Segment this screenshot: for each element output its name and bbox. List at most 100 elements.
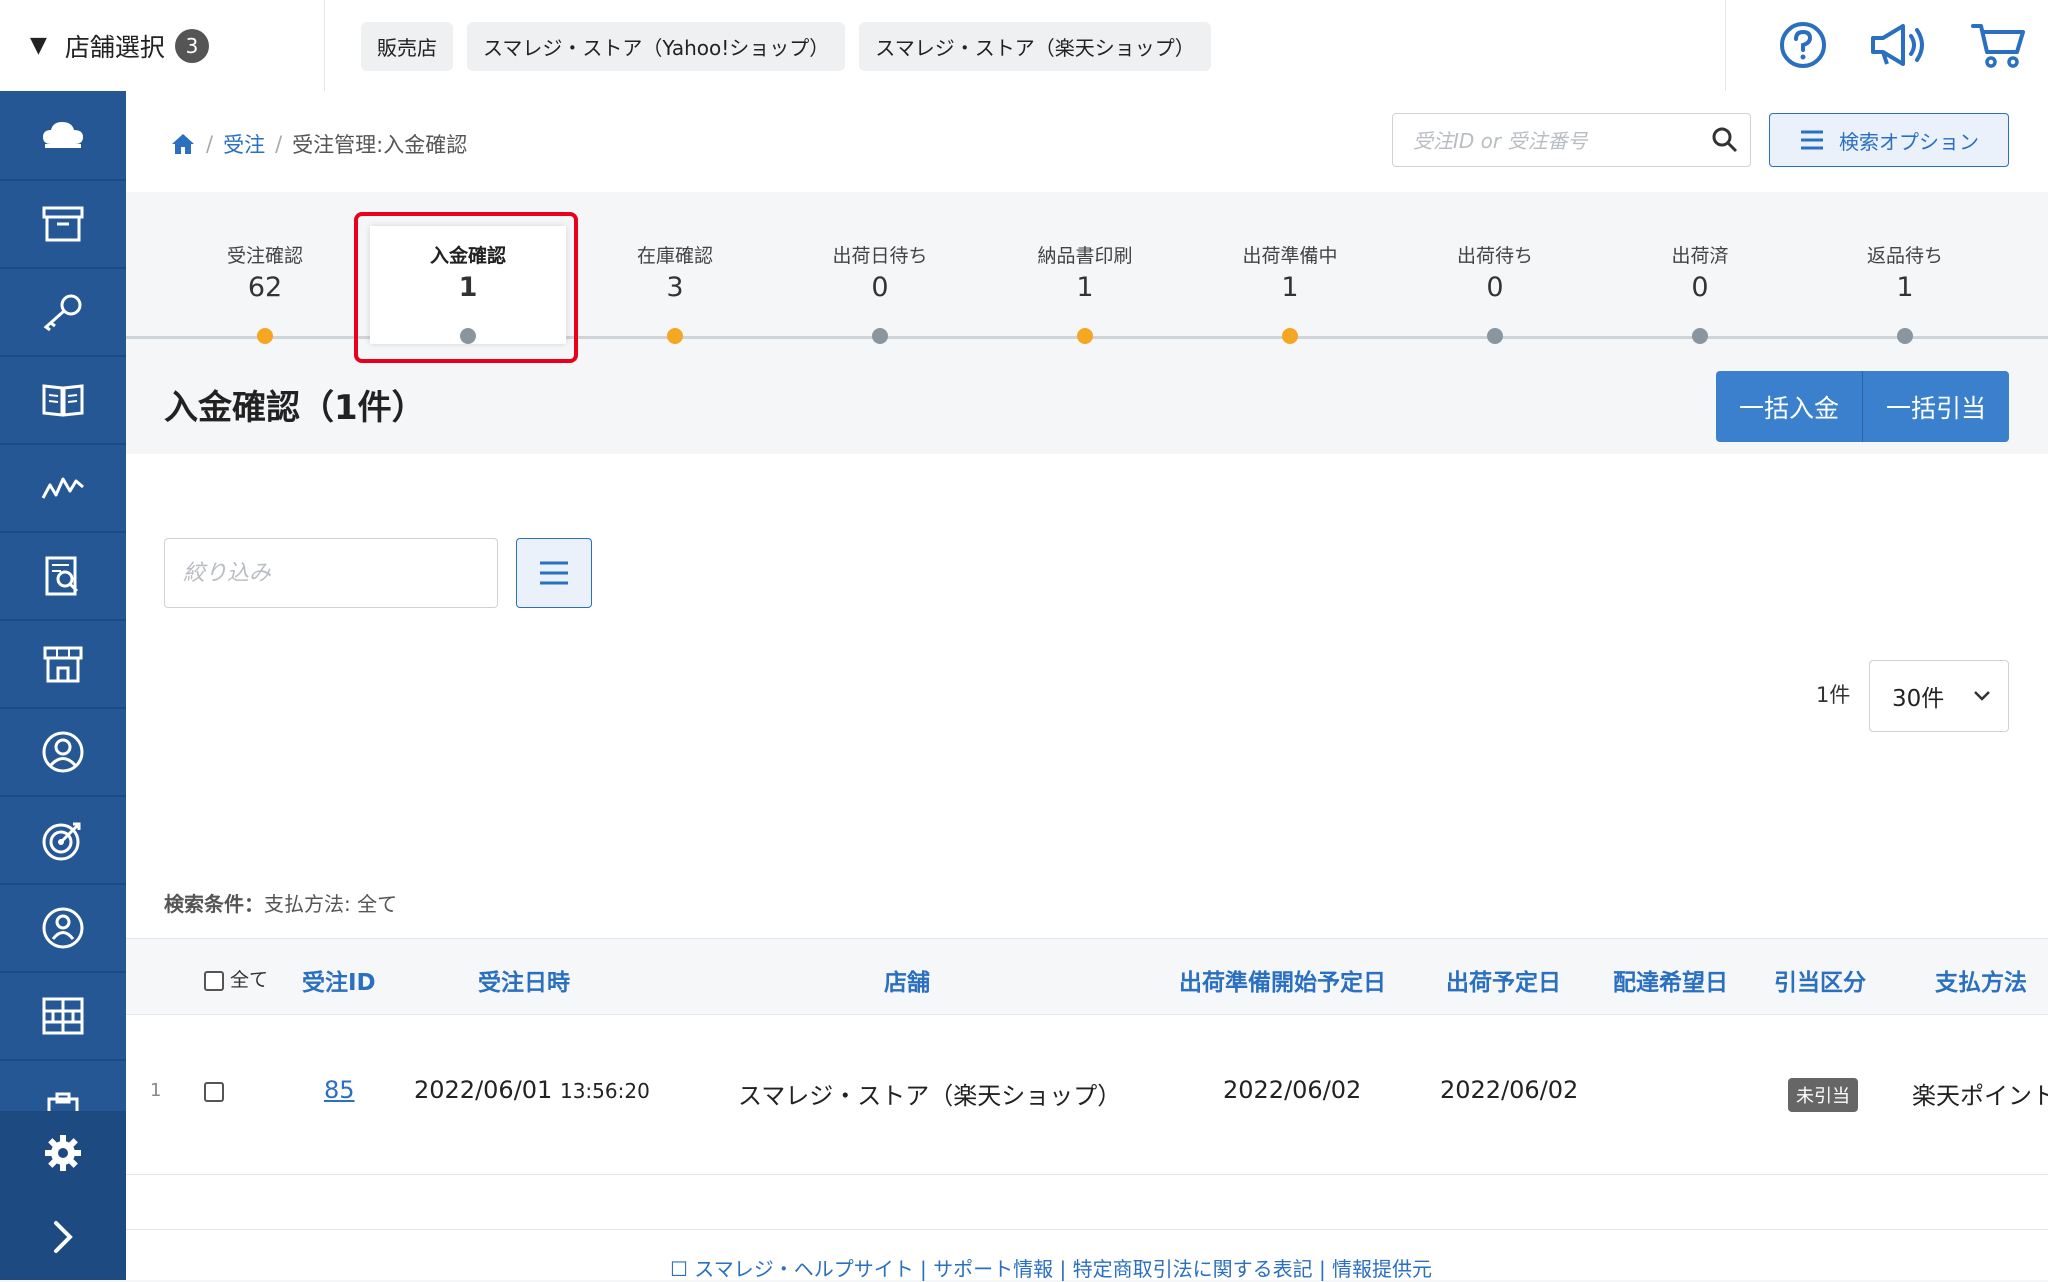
sidebar-item-expand[interactable] <box>0 1195 126 1279</box>
step-count: 0 <box>871 272 889 303</box>
step-name: 在庫確認 <box>636 245 713 267</box>
step-awaiting-ship-date[interactable]: 出荷日待ち 0 <box>800 241 960 303</box>
sidebar-bottom <box>0 1111 126 1280</box>
column-header-prep-start-date[interactable]: 出荷準備開始予定日 <box>1179 963 1386 997</box>
order-list-panel: 1件 30件 検索条件：支払方法: 全て 全て 受注ID 受注日時 店舗 出荷準… <box>126 471 2048 1282</box>
step-awaiting-return[interactable]: 返品待ち 1 <box>1825 241 1985 303</box>
page-title: 入金確認（1件） <box>164 388 426 428</box>
sidebar-item-staff[interactable] <box>0 885 126 973</box>
sidebar-item-stores[interactable] <box>0 621 126 709</box>
sidebar-item-reports[interactable] <box>0 533 126 621</box>
step-count: 62 <box>247 272 283 303</box>
column-header-order-date[interactable]: 受注日時 <box>478 963 570 997</box>
step-name: 出荷日待ち <box>832 245 928 267</box>
column-header-delivery-date[interactable]: 配達希望日 <box>1613 963 1728 997</box>
menu-icon <box>1801 130 1823 150</box>
breadcrumb: / 受注 / 受注管理:入金確認 <box>170 129 467 159</box>
row-index: 1 <box>150 1080 162 1101</box>
target-icon <box>42 822 81 861</box>
store-chip[interactable]: スマレジ・ストア（楽天ショップ） <box>859 22 1211 71</box>
sidebar-item-cloud[interactable] <box>0 91 126 181</box>
sidebar-item-analytics[interactable] <box>0 445 126 533</box>
step-name: 出荷準備中 <box>1242 245 1338 267</box>
breadcrumb-separator: / <box>275 132 283 156</box>
user-icon <box>42 907 84 949</box>
search-conditions: 検索条件：支払方法: 全て <box>164 888 397 917</box>
step-name: 納品書印刷 <box>1037 245 1133 267</box>
sidebar-item-apps[interactable] <box>0 973 126 1061</box>
sidebar-item-members[interactable] <box>0 709 126 797</box>
step-stock-confirm[interactable]: 在庫確認 3 <box>595 241 755 303</box>
search-options-button[interactable]: 検索オプション <box>1769 113 2009 167</box>
user-circle-icon <box>42 731 84 773</box>
column-header-allocation[interactable]: 引当区分 <box>1774 963 1866 997</box>
row-checkbox[interactable] <box>204 1080 224 1108</box>
filter-box <box>164 538 498 608</box>
step-order-confirm[interactable]: 受注確認 62 <box>185 241 345 303</box>
per-page-value: 30件 <box>1892 686 1945 712</box>
step-dot <box>257 328 273 344</box>
store-select-label: 店舗選択 <box>64 32 165 62</box>
step-preparing-shipment[interactable]: 出荷準備中 1 <box>1210 241 1370 303</box>
order-date-time: 13:56:20 <box>559 1079 650 1103</box>
breadcrumb-separator: / <box>206 132 214 156</box>
select-all[interactable]: 全て <box>204 965 268 992</box>
top-bar: ▼ 店舗選択 3 販売店 スマレジ・ストア（Yahoo!ショップ） スマレジ・ス… <box>0 0 2048 92</box>
store-icon <box>43 646 83 683</box>
column-header-store[interactable]: 店舗 <box>884 963 930 997</box>
order-store: スマレジ・ストア（楽天ショップ） <box>738 1082 1122 1110</box>
store-chip[interactable]: 販売店 <box>361 22 453 71</box>
breadcrumb-link-orders[interactable]: 受注 <box>223 129 265 159</box>
table-row[interactable]: 1 85 2022/06/01 13:56:20 スマレジ・ストア（楽天ショップ… <box>126 1014 2048 1175</box>
step-dot <box>1282 328 1298 344</box>
search-conditions-value: 支払方法: 全て <box>264 892 398 916</box>
order-id-link[interactable]: 85 <box>324 1076 355 1104</box>
step-name: 出荷済 <box>1671 245 1729 267</box>
per-page-select[interactable]: 30件 <box>1869 660 2009 732</box>
sidebar-nav <box>0 91 126 1280</box>
store-chip[interactable]: スマレジ・ストア（Yahoo!ショップ） <box>467 22 846 71</box>
store-select-dropdown[interactable]: ▼ 店舗選択 3 <box>0 0 325 91</box>
step-dot <box>1487 328 1503 344</box>
order-date: 2022/06/01 13:56:20 <box>414 1076 650 1104</box>
megaphone-icon[interactable] <box>1869 20 1929 70</box>
cart-icon[interactable] <box>1971 20 2027 70</box>
sidebar-item-keys[interactable] <box>0 269 126 357</box>
step-dot <box>872 328 888 344</box>
step-count: 1 <box>1281 272 1299 303</box>
search-icon[interactable] <box>1712 127 1738 153</box>
chevron-right-icon <box>54 1221 73 1253</box>
archive-box-icon <box>42 206 84 242</box>
search-input[interactable] <box>1411 126 1705 156</box>
column-menu-button[interactable] <box>516 538 592 608</box>
chart-line-icon <box>41 477 84 499</box>
bulk-action-buttons: 一括入金 一括引当 <box>1716 371 2009 442</box>
home-icon[interactable] <box>170 132 196 156</box>
column-header-ship-date[interactable]: 出荷予定日 <box>1446 963 1561 997</box>
step-dot <box>667 328 683 344</box>
select-all-checkbox[interactable] <box>204 970 224 991</box>
main-content: / 受注 / 受注管理:入金確認 検索オプション 受注確認 62 入金確認 1 … <box>126 91 2048 1282</box>
filter-input[interactable] <box>181 557 485 589</box>
step-shipped[interactable]: 出荷済 0 <box>1620 241 1780 303</box>
footer-links[interactable]: ☐ スマレジ・ヘルプサイト | サポート情報 | 特定商取引法に関する表記 | … <box>670 1253 1432 1282</box>
step-print-invoice[interactable]: 納品書印刷 1 <box>1005 241 1165 303</box>
column-header-payment[interactable]: 支払方法 <box>1935 963 2027 997</box>
sidebar-item-products[interactable] <box>0 181 126 269</box>
menu-icon <box>540 561 568 585</box>
bulk-payment-button[interactable]: 一括入金 <box>1716 371 1863 442</box>
store-count-badge: 3 <box>174 28 209 63</box>
column-header-order-id[interactable]: 受注ID <box>302 963 376 997</box>
result-count: 1件 <box>1816 683 1851 707</box>
help-circle-icon[interactable] <box>1778 20 1828 70</box>
gear-icon <box>45 1135 81 1171</box>
sidebar-item-marketing[interactable] <box>0 797 126 885</box>
sidebar-item-settings[interactable] <box>0 1111 126 1195</box>
payment-method: 楽天ポイント <box>1912 1082 2048 1110</box>
sidebar-item-catalog[interactable] <box>0 357 126 445</box>
breadcrumb-current: 受注管理:入金確認 <box>292 133 468 157</box>
step-awaiting-shipment[interactable]: 出荷待ち 0 <box>1415 241 1575 303</box>
select-all-label: 全て <box>230 969 269 991</box>
prep-start-date: 2022/06/02 <box>1223 1076 1362 1104</box>
bulk-allocate-button[interactable]: 一括引当 <box>1863 371 2009 442</box>
